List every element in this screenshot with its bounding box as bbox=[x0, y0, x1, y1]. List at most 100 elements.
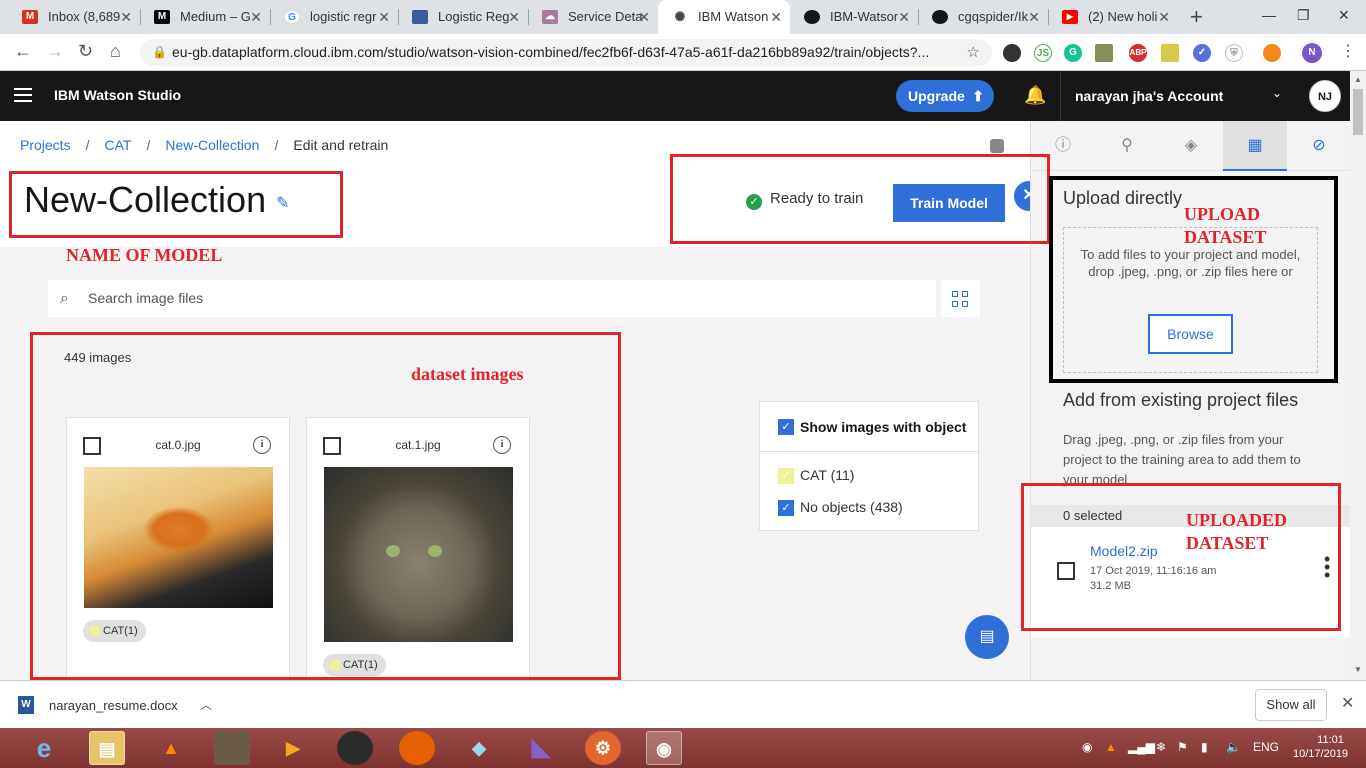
vlc-icon[interactable]: ▲ bbox=[153, 731, 189, 765]
tag-tab-icon[interactable]: ◈ bbox=[1159, 121, 1223, 171]
grammarly-icon[interactable]: G bbox=[1064, 44, 1082, 62]
battery-tray-icon[interactable]: ▮ bbox=[1201, 740, 1208, 754]
app-header: IBM Watson Studio Upgrade ⬆ 🔔 narayan jh… bbox=[0, 71, 1350, 121]
notes-app-icon[interactable]: ◆ bbox=[461, 731, 497, 765]
network-tray-icon[interactable]: ▂▄▆ bbox=[1128, 740, 1155, 754]
close-shelf-icon[interactable]: ✕ bbox=[1341, 693, 1354, 713]
annotation-dataset-images: dataset images bbox=[411, 364, 524, 384]
tab-close-icon[interactable]: ✕ bbox=[638, 0, 650, 34]
tab-close-icon[interactable]: ✕ bbox=[898, 0, 910, 34]
tab-close-icon[interactable]: ✕ bbox=[1028, 0, 1040, 34]
scrollbar-thumb[interactable] bbox=[1353, 89, 1363, 135]
header-divider bbox=[1060, 71, 1061, 121]
tab-close-icon[interactable]: ✕ bbox=[508, 0, 520, 34]
extension-icon[interactable]: JS bbox=[1034, 44, 1052, 62]
no-objects-checkbox[interactable]: ✓ bbox=[778, 500, 794, 516]
adblock-icon[interactable]: ABP bbox=[1129, 44, 1147, 62]
image-extension-icon[interactable] bbox=[1095, 44, 1113, 62]
gmail-icon: M bbox=[22, 10, 38, 24]
window-close-icon[interactable]: ✕ bbox=[1338, 0, 1350, 30]
notification-bell-icon[interactable]: 🔔 bbox=[1024, 85, 1046, 106]
chat-icon[interactable]: ▤ bbox=[965, 615, 1009, 659]
system-clock[interactable]: 11:01 10/17/2019 bbox=[1293, 733, 1348, 761]
browser-tab[interactable]: cgqspider/Ik ✕ bbox=[918, 0, 1048, 34]
language-indicator[interactable]: ENG bbox=[1253, 740, 1279, 754]
firefox-icon[interactable] bbox=[399, 731, 435, 765]
check-extension-icon[interactable]: ✓ bbox=[1193, 44, 1211, 62]
back-arrow-icon[interactable]: ← bbox=[14, 41, 32, 62]
compass-tab-icon[interactable]: ⊘ bbox=[1287, 121, 1350, 171]
extension-icon[interactable] bbox=[1003, 44, 1021, 62]
chrome-menu-icon[interactable]: ⋮ bbox=[1340, 41, 1356, 61]
apple-app-icon[interactable] bbox=[337, 731, 373, 765]
tab-close-icon[interactable]: ✕ bbox=[1158, 0, 1170, 34]
shield-icon[interactable]: ⛨ bbox=[1225, 44, 1243, 62]
tab-close-icon[interactable]: ✕ bbox=[770, 0, 782, 34]
upgrade-label: Upgrade bbox=[908, 88, 965, 104]
snowflake-tray-icon[interactable]: ❄ bbox=[1156, 740, 1166, 754]
word-document-icon: W bbox=[18, 696, 34, 714]
download-filename[interactable]: narayan_resume.docx bbox=[49, 698, 178, 713]
search-tab-icon[interactable]: ⚲ bbox=[1095, 121, 1159, 171]
media-player-icon[interactable]: ▶ bbox=[275, 731, 311, 765]
tab-close-icon[interactable]: ✕ bbox=[378, 0, 390, 34]
brand-title[interactable]: IBM Watson Studio bbox=[54, 87, 181, 103]
show-all-button[interactable]: Show all bbox=[1255, 689, 1327, 721]
minimize-icon[interactable]: — bbox=[1262, 0, 1276, 30]
chevron-up-icon[interactable]: ︿ bbox=[200, 696, 212, 713]
breadcrumb-collection[interactable]: New-Collection bbox=[165, 137, 259, 153]
drag-instructions: Drag .jpeg, .png, or .zip files from you… bbox=[1063, 432, 1301, 487]
home-icon[interactable]: ⌂ bbox=[110, 41, 121, 62]
account-switcher[interactable]: narayan jha's Account bbox=[1075, 88, 1223, 104]
tab-label: Medium – G bbox=[180, 9, 251, 24]
browser-tab[interactable]: M Medium – G ✕ bbox=[140, 0, 270, 34]
flag-tray-icon[interactable]: ⚑ bbox=[1177, 740, 1188, 754]
breadcrumb-cat[interactable]: CAT bbox=[104, 137, 131, 153]
file-explorer-icon[interactable]: ▤ bbox=[89, 731, 125, 765]
browser-tab[interactable]: IBM-Watsor ✕ bbox=[790, 0, 918, 34]
chrome-tray-icon[interactable]: ◉ bbox=[1082, 740, 1092, 754]
chevron-down-icon[interactable]: ⌄ bbox=[1272, 86, 1282, 100]
url-text: eu-gb.dataplatform.cloud.ibm.com/studio/… bbox=[172, 44, 930, 60]
breadcrumb-projects[interactable]: Projects bbox=[20, 137, 71, 153]
bookmark-star-icon[interactable]: ☆ bbox=[967, 39, 980, 66]
metamask-icon[interactable] bbox=[1263, 44, 1281, 62]
url-field[interactable]: 🔒 eu-gb.dataplatform.cloud.ibm.com/studi… bbox=[140, 39, 992, 66]
forward-arrow-icon[interactable]: → bbox=[46, 41, 64, 62]
browser-tab-bar: M Inbox (8,689 ✕ M Medium – G ✕ G logist… bbox=[0, 0, 1366, 34]
notes-extension-icon[interactable] bbox=[1161, 44, 1179, 62]
tab-close-icon[interactable]: ✕ bbox=[250, 0, 262, 34]
grid-view-icon[interactable] bbox=[941, 280, 980, 317]
browser-tab[interactable]: G logistic regr ✕ bbox=[270, 0, 398, 34]
data-tab-icon[interactable]: ▦ bbox=[1223, 121, 1287, 171]
chrome-icon[interactable]: ◉ bbox=[646, 731, 682, 765]
download-shelf: W narayan_resume.docx ︿ Show all ✕ bbox=[0, 680, 1366, 728]
tab-close-icon[interactable]: ✕ bbox=[120, 0, 132, 34]
hamburger-menu-icon[interactable] bbox=[14, 88, 32, 102]
annotation-name-of-model: NAME OF MODEL bbox=[66, 245, 223, 265]
game-icon[interactable] bbox=[214, 731, 250, 765]
vlc-tray-icon[interactable]: ▲ bbox=[1105, 740, 1117, 754]
restore-icon[interactable]: ❐ bbox=[1297, 0, 1310, 30]
internet-explorer-icon[interactable]: e bbox=[26, 731, 62, 765]
search-input[interactable]: ⌕ Search image files bbox=[48, 280, 936, 317]
volume-tray-icon[interactable]: 🔈 bbox=[1226, 740, 1241, 754]
show-objects-checkbox[interactable]: ✓ bbox=[778, 419, 794, 435]
settings-icon[interactable] bbox=[990, 139, 1004, 153]
page-scrollbar[interactable]: ▲ ▼ bbox=[1350, 71, 1366, 680]
browser-tab[interactable]: ▶ (2) New holi ✕ bbox=[1048, 0, 1178, 34]
tool-app-icon[interactable]: ⚙ bbox=[585, 731, 621, 765]
browser-tab[interactable]: Logistic Reg ✕ bbox=[398, 0, 528, 34]
cat-filter-checkbox[interactable]: ✓ bbox=[778, 468, 794, 484]
user-avatar[interactable]: NJ bbox=[1309, 80, 1341, 112]
visual-studio-icon[interactable]: ◣ bbox=[523, 731, 559, 765]
profile-avatar[interactable]: N bbox=[1302, 43, 1322, 63]
browser-tab[interactable]: M Inbox (8,689 ✕ bbox=[8, 0, 140, 34]
search-icon: ⌕ bbox=[60, 290, 69, 307]
browser-tab[interactable]: ☁ Service Deta ✕ bbox=[528, 0, 658, 34]
cloud-icon: ☁ bbox=[542, 10, 558, 24]
upgrade-button[interactable]: Upgrade ⬆ bbox=[896, 80, 994, 112]
new-tab-plus-icon[interactable]: + bbox=[1190, 0, 1203, 34]
reload-icon[interactable]: ↻ bbox=[78, 41, 93, 62]
browser-tab-active[interactable]: ✺ IBM Watson ✕ bbox=[658, 0, 790, 34]
